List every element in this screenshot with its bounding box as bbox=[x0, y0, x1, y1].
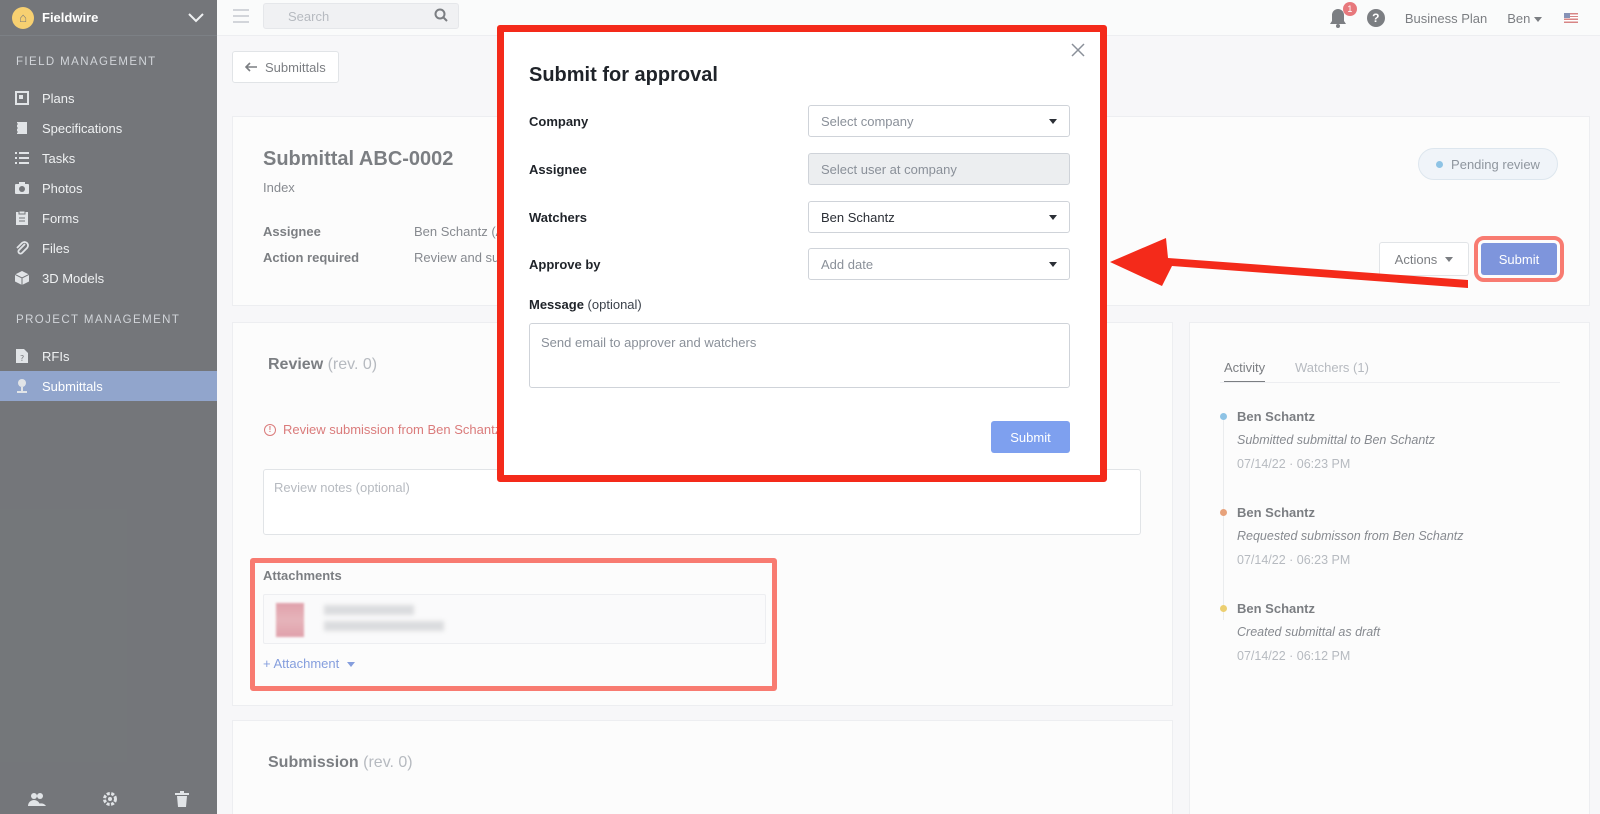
approve-by-date-picker[interactable]: Add date bbox=[808, 248, 1070, 280]
caret-down-icon bbox=[1049, 261, 1057, 267]
assignee-select[interactable]: Select user at company bbox=[808, 153, 1070, 185]
watchers-select[interactable]: Ben Schantz bbox=[808, 201, 1070, 233]
annotation-arrow bbox=[1110, 238, 1468, 288]
message-label: Message (optional) bbox=[529, 297, 642, 312]
submit-for-approval-modal: Submit for approval Company Select compa… bbox=[497, 25, 1107, 482]
company-select[interactable]: Select company bbox=[808, 105, 1070, 137]
approve-by-placeholder: Add date bbox=[821, 256, 874, 272]
caret-down-icon bbox=[1049, 118, 1057, 124]
message-label-text: Message bbox=[529, 297, 584, 312]
assignee-placeholder: Select user at company bbox=[821, 161, 957, 177]
watchers-value: Ben Schantz bbox=[821, 209, 895, 225]
modal-submit-button[interactable]: Submit bbox=[991, 421, 1070, 453]
company-label: Company bbox=[529, 114, 589, 129]
approve-by-label: Approve by bbox=[529, 257, 601, 272]
watchers-label: Watchers bbox=[529, 210, 588, 225]
caret-down-icon bbox=[1049, 214, 1057, 220]
assignee-label: Assignee bbox=[529, 162, 587, 177]
modal-title: Submit for approval bbox=[529, 64, 718, 86]
company-placeholder: Select company bbox=[821, 113, 914, 129]
message-input[interactable]: Send email to approver and watchers bbox=[529, 323, 1070, 388]
close-icon[interactable] bbox=[1070, 42, 1090, 62]
message-optional: (optional) bbox=[587, 297, 642, 312]
